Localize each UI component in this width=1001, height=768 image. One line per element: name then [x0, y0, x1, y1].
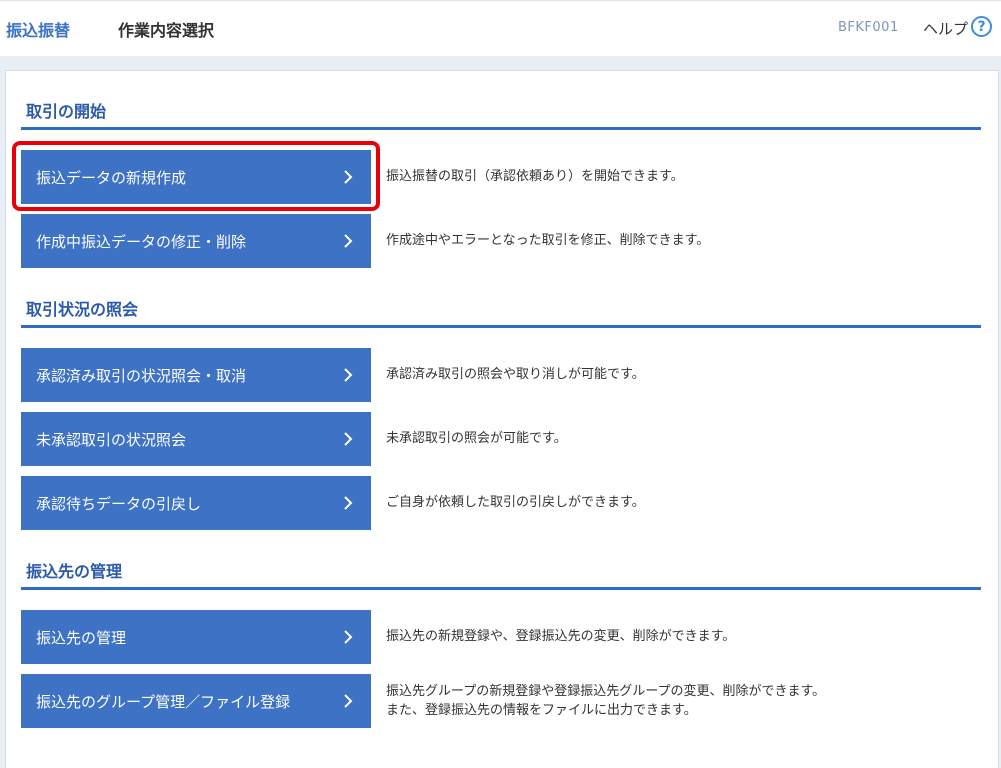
section-title-payee: 振込先の管理	[26, 562, 123, 581]
header-bar: 振込振替 作業内容選択 BFKF001 ヘルプ ?	[0, 0, 1001, 56]
approved-status-inquiry-button[interactable]: 承認済み取引の状況照会・取消	[21, 348, 371, 402]
button-description: 承認済み取引の照会や取り消しが可能です。	[386, 365, 645, 384]
recall-pending-button[interactable]: 承認待ちデータの引戻し	[21, 476, 371, 530]
chevron-right-icon	[344, 432, 353, 446]
chevron-right-icon	[344, 630, 353, 644]
button-label: 振込先の管理	[36, 629, 127, 647]
button-description: 作成途中やエラーとなった取引を修正、削除できます。	[386, 231, 709, 250]
button-description: 振込振替の取引（承認依頼あり）を開始できます。	[386, 167, 684, 186]
description-line: 承認済み取引の照会や取り消しが可能です。	[386, 367, 645, 382]
section-divider	[21, 325, 981, 328]
description-line: 振込振替の取引（承認依頼あり）を開始できます。	[386, 169, 684, 184]
description-line: 未承認取引の照会が可能です。	[386, 431, 567, 446]
unapproved-status-inquiry-button[interactable]: 未承認取引の状況照会	[21, 412, 371, 466]
description-line: 振込先グループの新規登録や登録振込先グループの変更、削除ができます。	[386, 684, 826, 699]
description-line: また、登録振込先の情報をファイルに出力できます。	[386, 703, 697, 718]
section-divider	[21, 127, 981, 130]
edit-delete-draft-button[interactable]: 作成中振込データの修正・削除	[21, 214, 371, 268]
button-description: 振込先グループの新規登録や登録振込先グループの変更、削除ができます。 また、登録…	[386, 682, 825, 720]
chevron-right-icon	[344, 694, 353, 708]
payee-group-file-button[interactable]: 振込先のグループ管理／ファイル登録	[21, 674, 371, 728]
section-divider	[21, 587, 981, 590]
section-title-start: 取引の開始	[26, 102, 107, 121]
description-line: 振込先の新規登録や、登録振込先の変更、削除ができます。	[386, 629, 736, 644]
button-label: 振込データの新規作成	[36, 169, 187, 187]
button-description: ご自身が依頼した取引の引戻しができます。	[386, 493, 645, 512]
button-label: 未承認取引の状況照会	[36, 431, 187, 449]
payee-management-button[interactable]: 振込先の管理	[21, 610, 371, 664]
button-label: 作成中振込データの修正・削除	[36, 233, 247, 251]
help-icon[interactable]: ?	[971, 16, 992, 37]
new-transfer-button[interactable]: 振込データの新規作成	[21, 150, 371, 204]
button-label: 振込先のグループ管理／ファイル登録	[36, 693, 291, 711]
page-title: 作業内容選択	[118, 21, 215, 40]
button-label: 承認済み取引の状況照会・取消	[36, 367, 247, 385]
help-link[interactable]: ヘルプ	[923, 18, 968, 39]
breadcrumb[interactable]: 振込振替	[6, 17, 70, 41]
chevron-right-icon	[344, 170, 353, 184]
chevron-right-icon	[344, 368, 353, 382]
description-line: 作成途中やエラーとなった取引を修正、削除できます。	[386, 233, 710, 248]
chevron-right-icon	[344, 234, 353, 248]
section-title-inquiry: 取引状況の照会	[26, 300, 139, 319]
screen-id: BFKF001	[838, 20, 899, 35]
button-description: 振込先の新規登録や、登録振込先の変更、削除ができます。	[386, 627, 735, 646]
button-description: 未承認取引の照会が可能です。	[386, 429, 567, 448]
chevron-right-icon	[344, 496, 353, 510]
description-line: ご自身が依頼した取引の引戻しができます。	[386, 495, 645, 510]
button-label: 承認待ちデータの引戻し	[36, 495, 202, 513]
